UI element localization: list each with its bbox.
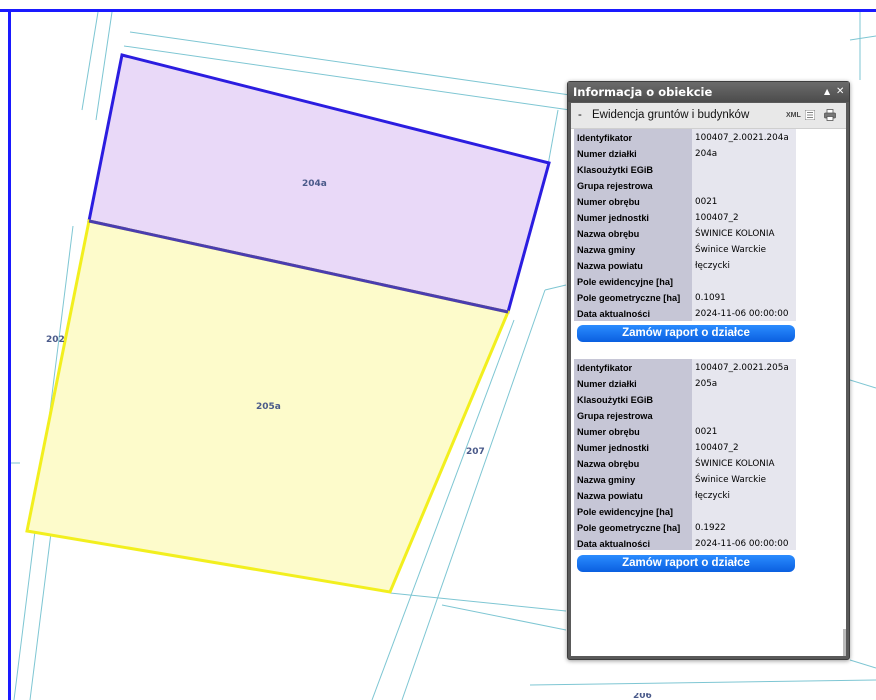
- attribute-label: Pole geometryczne [ha]: [577, 523, 681, 533]
- parcel-label-205a: 205a: [256, 402, 281, 412]
- attribute-label: Pole ewidencyjne [ha]: [577, 277, 673, 287]
- panel-content: - Ewidencja gruntów i budynków XML Ident…: [571, 103, 846, 656]
- attribute-row: Identyfikator 100407_2.0021.205a: [574, 360, 796, 376]
- attribute-label: Nazwa obrębu: [577, 229, 640, 239]
- order-parcel-report-button[interactable]: Zamów raport o działce: [577, 555, 795, 572]
- attribute-label: Numer działki: [577, 379, 637, 389]
- attribute-row: Klasoużytki EGiB: [574, 392, 796, 408]
- attribute-label: Nazwa gminy: [577, 475, 636, 485]
- attribute-value: 0021: [695, 197, 718, 207]
- attribute-label: Nazwa powiatu: [577, 261, 643, 271]
- panel-title: Informacja o obiekcie: [573, 85, 713, 99]
- list-icon[interactable]: [805, 110, 815, 120]
- attribute-row: Nazwa powiatu łęczycki: [574, 488, 796, 504]
- attribute-label: Numer jednostki: [577, 443, 649, 453]
- section-header[interactable]: - Ewidencja gruntów i budynków XML: [571, 103, 846, 129]
- attribute-row: Numer działki 204a: [574, 146, 796, 162]
- attribute-value: 100407_2: [695, 443, 739, 453]
- attribute-label: Numer obrębu: [577, 197, 640, 207]
- close-icon[interactable]: ✕: [836, 82, 844, 102]
- scrollbar[interactable]: [843, 629, 846, 656]
- attribute-value: łęczycki: [695, 261, 730, 271]
- attribute-row: Numer obrębu 0021: [574, 194, 796, 210]
- attribute-row: Nazwa gminy Świnice Warckie: [574, 242, 796, 258]
- panel-titlebar[interactable]: Informacja o obiekcie ▲ ✕: [568, 82, 849, 102]
- parcel-boundary-line: [529, 679, 876, 686]
- attribute-row: Klasoużytki EGiB: [574, 162, 796, 178]
- map-frame-left: [8, 9, 11, 700]
- attribute-label: Klasoużytki EGiB: [577, 165, 654, 175]
- attribute-row: Pole geometryczne [ha] 0.1922: [574, 520, 796, 536]
- attribute-value: 0021: [695, 427, 718, 437]
- attribute-row: Pole geometryczne [ha] 0.1091: [574, 290, 796, 306]
- attribute-value: ŚWINICE KOLONIA: [695, 459, 775, 469]
- attribute-label: Numer jednostki: [577, 213, 649, 223]
- attribute-row: Nazwa obrębu ŚWINICE KOLONIA: [574, 226, 796, 242]
- attribute-value: 2024-11-06 00:00:00: [695, 539, 789, 549]
- parcel-boundary-line: [389, 592, 567, 612]
- attribute-label: Nazwa obrębu: [577, 459, 640, 469]
- attribute-label: Grupa rejestrowa: [577, 181, 653, 191]
- attribute-row: Numer jednostki 100407_2: [574, 210, 796, 226]
- attribute-row: Nazwa obrębu ŚWINICE KOLONIA: [574, 456, 796, 472]
- section-collapse-toggle[interactable]: -: [578, 103, 582, 128]
- collapse-icon[interactable]: ▲: [824, 82, 830, 102]
- attribute-row: Numer jednostki 100407_2: [574, 440, 796, 456]
- attribute-label: Identyfikator: [577, 133, 633, 143]
- attribute-row: Identyfikator 100407_2.0021.204a: [574, 130, 796, 146]
- attribute-row: Nazwa powiatu łęczycki: [574, 258, 796, 274]
- attribute-row: Data aktualności 2024-11-06 00:00:00: [574, 536, 796, 552]
- attribute-value: 100407_2.0021.205a: [695, 363, 789, 373]
- attribute-row: Pole ewidencyjne [ha]: [574, 504, 796, 520]
- parcel-label-207: 207: [466, 447, 485, 457]
- attribute-value: 2024-11-06 00:00:00: [695, 309, 789, 319]
- parcel-boundary-line: [849, 379, 876, 389]
- attribute-label: Nazwa gminy: [577, 245, 636, 255]
- xml-export-icon[interactable]: XML: [786, 103, 801, 128]
- attribute-label: Nazwa powiatu: [577, 491, 643, 501]
- map-frame-top: [0, 9, 876, 12]
- parcel-boundary-line: [547, 109, 559, 166]
- attribute-label: Identyfikator: [577, 363, 633, 373]
- attribute-row: Pole ewidencyjne [ha]: [574, 274, 796, 290]
- attribute-row: Data aktualności 2024-11-06 00:00:00: [574, 306, 796, 322]
- attribute-value: 0.1922: [695, 523, 726, 533]
- attribute-row: Numer działki 205a: [574, 376, 796, 392]
- parcel-boundary-line: [849, 35, 876, 41]
- attribute-value: łęczycki: [695, 491, 730, 501]
- attribute-label: Numer działki: [577, 149, 637, 159]
- attribute-label: Grupa rejestrowa: [577, 411, 653, 421]
- attribute-label: Data aktualności: [577, 309, 651, 319]
- print-icon[interactable]: [824, 109, 836, 121]
- attribute-value: 205a: [695, 379, 718, 389]
- attribute-value: 100407_2.0021.204a: [695, 133, 789, 143]
- attribute-value: Świnice Warckie: [695, 245, 767, 255]
- attribute-row: Numer obrębu 0021: [574, 424, 796, 440]
- object-info-panel: Informacja o obiekcie ▲ ✕ - Ewidencja gr…: [567, 81, 850, 660]
- attribute-label: Pole ewidencyjne [ha]: [577, 507, 673, 517]
- attribute-label: Numer obrębu: [577, 427, 640, 437]
- parcel-boundary-line: [849, 659, 876, 669]
- attribute-row: Grupa rejestrowa: [574, 408, 796, 424]
- attribute-row: Nazwa gminy Świnice Warckie: [574, 472, 796, 488]
- section-title: Ewidencja gruntów i budynków: [592, 109, 750, 121]
- parcel-label-204a: 204a: [302, 179, 327, 189]
- attribute-label: Klasoużytki EGiB: [577, 395, 654, 405]
- attribute-value: 0.1091: [695, 293, 726, 303]
- attribute-value: Świnice Warckie: [695, 475, 767, 485]
- attribute-label: Data aktualności: [577, 539, 651, 549]
- parcel-boundary-line: [95, 11, 113, 121]
- order-parcel-report-button[interactable]: Zamów raport o działce: [577, 325, 795, 342]
- attribute-value: 100407_2: [695, 213, 739, 223]
- parcel-label-202: 202: [46, 335, 65, 345]
- attribute-value: ŚWINICE KOLONIA: [695, 229, 775, 239]
- parcel-boundary-line: [81, 11, 99, 111]
- attribute-value: 204a: [695, 149, 718, 159]
- attribute-label: Pole geometryczne [ha]: [577, 293, 681, 303]
- parcel-label-206: 206: [633, 693, 652, 700]
- parcel-boundary-line: [544, 284, 567, 291]
- attribute-row: Grupa rejestrowa: [574, 178, 796, 194]
